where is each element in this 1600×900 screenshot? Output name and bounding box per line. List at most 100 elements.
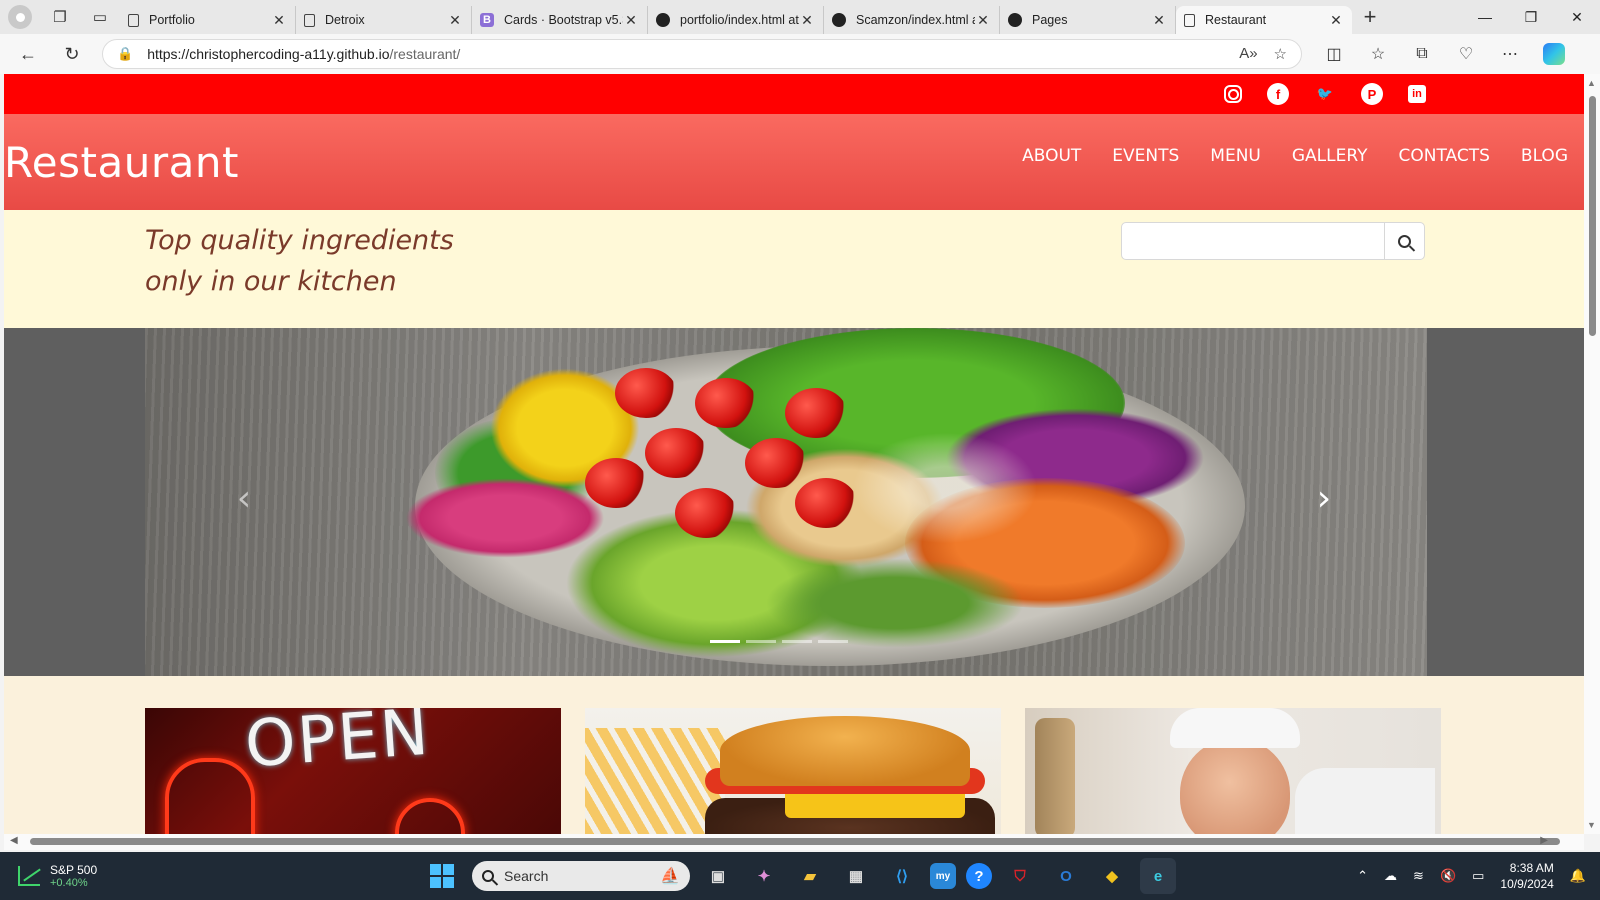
lock-icon[interactable]: 🔒 xyxy=(117,46,133,62)
stock-chart-icon xyxy=(18,866,40,886)
pinterest-icon[interactable]: P xyxy=(1361,83,1383,105)
browser-tab[interactable]: Detroix ✕ xyxy=(296,6,472,34)
favorite-star-icon[interactable]: ☆ xyxy=(1274,45,1287,63)
vertical-scrollbar[interactable]: ▲ ▼ xyxy=(1584,74,1600,834)
help-icon[interactable]: ? xyxy=(966,863,992,889)
browser-tab[interactable]: Scamzon/index.html a ✕ xyxy=(824,6,1000,34)
github-icon xyxy=(656,13,670,27)
main-navbar: Restaurant ABOUT EVENTS MENU GALLERY CON… xyxy=(4,114,1584,210)
horizontal-scroll-thumb[interactable] xyxy=(30,838,1560,845)
nav-about[interactable]: ABOUT xyxy=(1022,146,1081,166)
split-screen-icon[interactable]: ◫ xyxy=(1312,36,1356,72)
system-tray: ⌃ ☁ ≋ 🔇 ▭ 8:38 AM 10/9/2024 🔔 xyxy=(1357,852,1600,900)
linkedin-icon[interactable]: in xyxy=(1408,85,1426,103)
carousel-indicator[interactable] xyxy=(782,640,812,643)
card-image-chef[interactable] xyxy=(1025,708,1441,834)
wifi-icon[interactable]: ≋ xyxy=(1413,868,1424,884)
back-button[interactable]: ← xyxy=(6,36,50,72)
browser-essentials-icon[interactable]: ♡ xyxy=(1444,36,1488,72)
browser-tab[interactable]: Pages ✕ xyxy=(1000,6,1176,34)
tab-title: Portfolio xyxy=(149,13,195,27)
nav-menu[interactable]: MENU xyxy=(1210,146,1261,166)
notifications-bell-icon[interactable]: 🔔 xyxy=(1570,868,1586,884)
stock-change: +0.40% xyxy=(50,877,88,889)
browser-tab[interactable]: Portfolio ✕ xyxy=(120,6,296,34)
edge-icon[interactable]: e xyxy=(1140,858,1176,894)
scroll-left-arrow-icon[interactable]: ◀ xyxy=(10,835,18,846)
scroll-down-arrow-icon[interactable]: ▼ xyxy=(1587,820,1596,830)
browser-tab[interactable]: portfolio/index.html at ✕ xyxy=(648,6,824,34)
battery-icon[interactable]: ▭ xyxy=(1472,868,1484,884)
browser-tab[interactable]: B Cards · Bootstrap v5.3 ✕ xyxy=(472,6,648,34)
url-path: /restaurant/ xyxy=(389,46,461,62)
search-input[interactable] xyxy=(1122,223,1384,259)
stock-widget[interactable]: S&P 500 +0.40% xyxy=(18,863,97,889)
refresh-button[interactable]: ↻ xyxy=(50,36,94,72)
volume-muted-icon[interactable]: 🔇 xyxy=(1440,868,1456,884)
nav-gallery[interactable]: GALLERY xyxy=(1292,146,1368,166)
close-tab-icon[interactable]: ✕ xyxy=(623,12,639,29)
card-image-open-sign[interactable]: OPEN xyxy=(145,708,561,834)
tab-actions-icon[interactable]: ▭ xyxy=(80,0,120,34)
copilot-app-icon[interactable]: ✦ xyxy=(746,858,782,894)
close-tab-icon[interactable]: ✕ xyxy=(447,12,463,29)
bootstrap-icon: B xyxy=(480,13,494,27)
tagline: Top quality ingredients only in our kitc… xyxy=(145,220,454,302)
git-app-icon[interactable]: ◆ xyxy=(1094,858,1130,894)
task-view-icon[interactable]: ▣ xyxy=(700,858,736,894)
browser-tab[interactable]: Restaurant ✕ xyxy=(1176,6,1352,34)
close-tab-icon[interactable]: ✕ xyxy=(1328,12,1344,29)
collections-icon[interactable]: ⧉ xyxy=(1400,36,1444,72)
vscode-icon[interactable]: ⟨⟩ xyxy=(884,858,920,894)
clock[interactable]: 8:38 AM 10/9/2024 xyxy=(1500,860,1553,892)
microsoft-store-icon[interactable]: ▦ xyxy=(838,858,874,894)
copilot-icon[interactable] xyxy=(1543,43,1565,65)
nav-events[interactable]: EVENTS xyxy=(1112,146,1179,166)
start-button[interactable] xyxy=(430,864,454,888)
carousel-next-button[interactable]: › xyxy=(1304,478,1344,519)
scroll-up-arrow-icon[interactable]: ▲ xyxy=(1587,78,1596,88)
search-button[interactable] xyxy=(1384,223,1424,259)
scroll-right-arrow-icon[interactable]: ▶ xyxy=(1540,835,1548,846)
close-tab-icon[interactable]: ✕ xyxy=(271,12,287,29)
tab-title: Cards · Bootstrap v5.3 xyxy=(504,13,623,27)
close-tab-icon[interactable]: ✕ xyxy=(975,12,991,29)
show-hidden-icons-icon[interactable]: ⌃ xyxy=(1357,868,1368,884)
close-window-button[interactable]: ✕ xyxy=(1554,0,1600,34)
carousel-indicator[interactable] xyxy=(818,640,848,643)
nav-blog[interactable]: BLOG xyxy=(1521,146,1568,166)
clock-time: 8:38 AM xyxy=(1509,861,1554,875)
carousel-prev-button[interactable]: ‹ xyxy=(224,478,264,519)
address-bar[interactable]: 🔒 https://christophercoding-a11y.github.… xyxy=(102,39,1302,69)
outlook-icon[interactable]: O xyxy=(1048,858,1084,894)
carousel-indicator[interactable] xyxy=(746,640,776,643)
horizontal-scrollbar[interactable]: ◀ ▶ xyxy=(4,834,1584,850)
more-menu-icon[interactable]: ⋯ xyxy=(1488,36,1532,72)
taskbar-search[interactable]: Search ⛵ xyxy=(472,861,690,891)
file-explorer-icon[interactable]: ▰ xyxy=(792,858,828,894)
card-image-burger[interactable] xyxy=(585,708,1001,834)
twitter-icon[interactable]: 🐦 xyxy=(1314,83,1336,105)
restore-button[interactable]: ❐ xyxy=(1508,0,1554,34)
facebook-icon[interactable]: f xyxy=(1267,83,1289,105)
workspaces-icon[interactable]: ❐ xyxy=(40,0,80,34)
windows-taskbar: S&P 500 +0.40% Search ⛵ ▣ ✦ ▰ ▦ ⟨⟩ my ? … xyxy=(0,852,1600,900)
close-tab-icon[interactable]: ✕ xyxy=(1151,12,1167,29)
social-bar: f 🐦 P in xyxy=(4,74,1584,114)
new-tab-button[interactable]: + xyxy=(1352,0,1388,34)
favorites-icon[interactable]: ☆ xyxy=(1356,36,1400,72)
profile-avatar[interactable] xyxy=(8,5,32,29)
read-aloud-icon[interactable]: A» xyxy=(1239,45,1257,63)
url-host: https://christophercoding-a11y.github.io xyxy=(147,46,390,62)
mcafee-icon[interactable]: ⛉ xyxy=(1002,858,1038,894)
onedrive-icon[interactable]: ☁ xyxy=(1384,868,1397,884)
minimize-button[interactable]: — xyxy=(1462,0,1508,34)
clock-date: 10/9/2024 xyxy=(1500,877,1554,891)
vertical-scroll-thumb[interactable] xyxy=(1589,96,1596,336)
carousel-indicator[interactable] xyxy=(710,640,740,643)
nav-contacts[interactable]: CONTACTS xyxy=(1398,146,1489,166)
site-brand[interactable]: Restaurant xyxy=(4,138,239,187)
instagram-icon[interactable] xyxy=(1224,85,1242,103)
close-tab-icon[interactable]: ✕ xyxy=(799,12,815,29)
mysql-icon[interactable]: my xyxy=(930,863,956,889)
